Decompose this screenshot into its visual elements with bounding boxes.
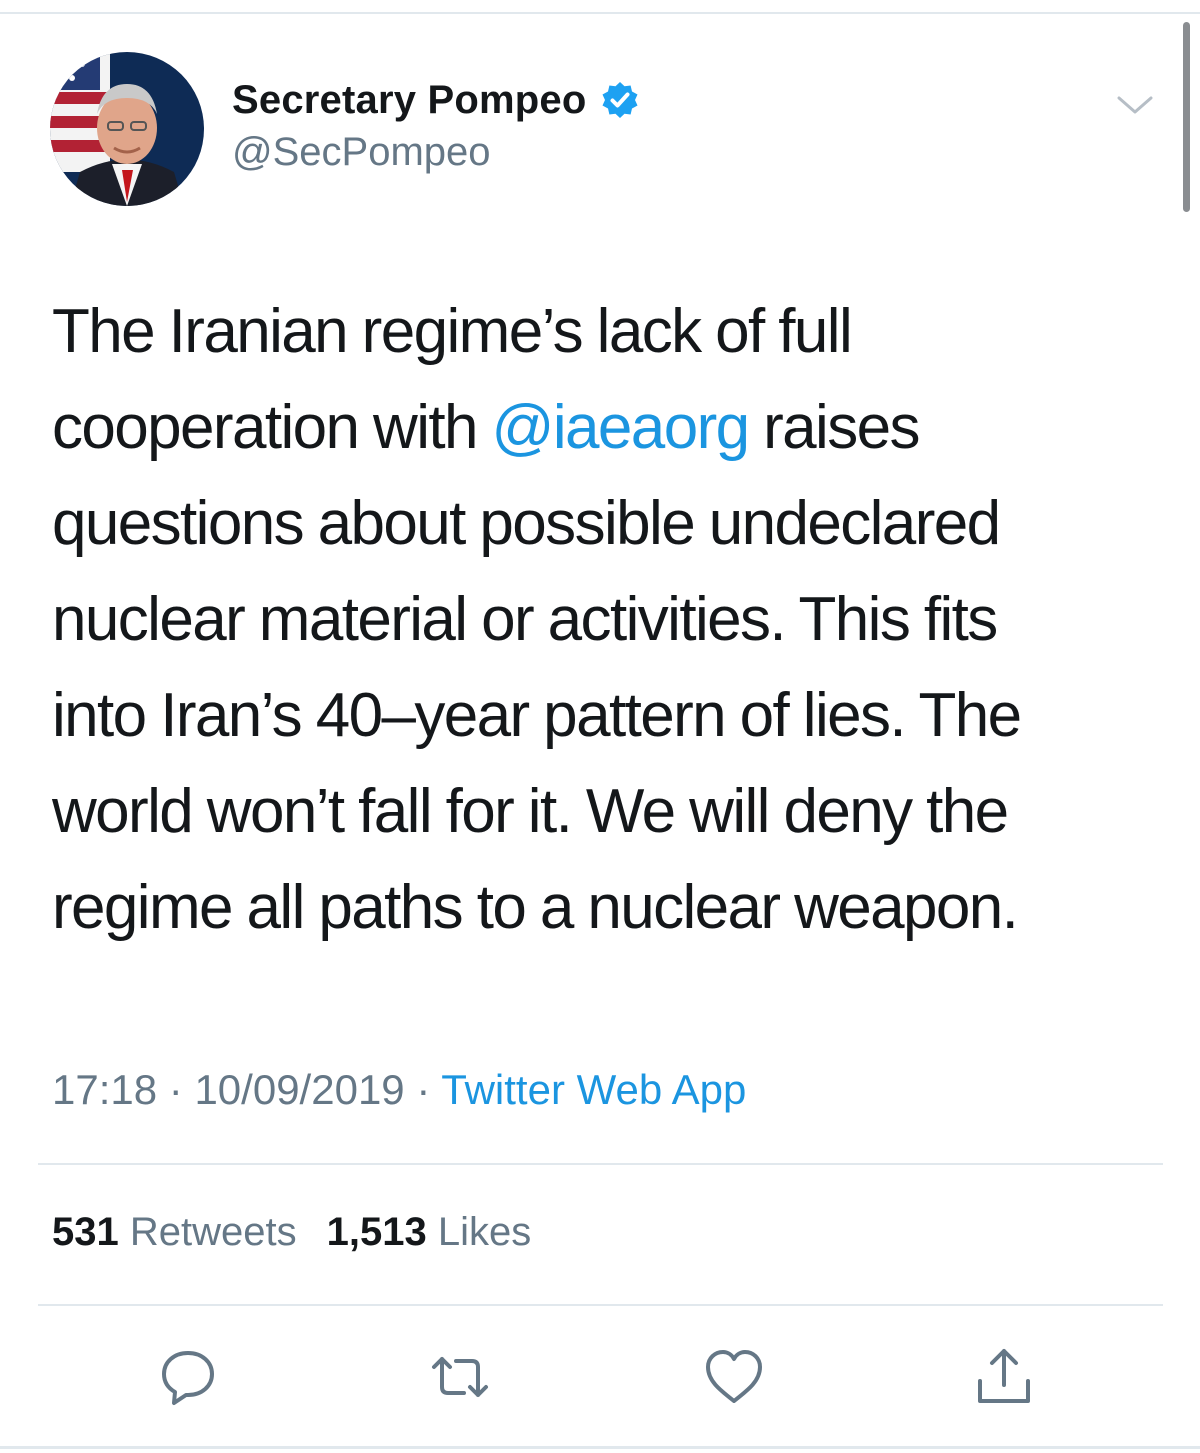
tweet-text-segment: cooperation with xyxy=(52,393,492,462)
verified-badge-icon xyxy=(602,82,638,118)
meta-separator: · xyxy=(168,1066,183,1113)
author-display-name[interactable]: Secretary Pompeo xyxy=(232,78,586,123)
tweet-text-segment: regime all paths to a nuclear weapon. xyxy=(52,873,1019,942)
tweet-source-link[interactable]: Twitter Web App xyxy=(441,1066,746,1113)
tweet-text-segment: nuclear material or activities. This fit… xyxy=(52,585,998,654)
tweet-line: into Iran’s 40–year pattern of lies. The xyxy=(52,668,1132,764)
tweet-line: world won’t fall for it. We will deny th… xyxy=(52,764,1132,860)
likes-count: 1,513 xyxy=(326,1210,427,1254)
top-divider xyxy=(0,12,1200,14)
tweet-metadata: 17:18 · 10/09/2019 · Twitter Web App xyxy=(52,1066,746,1114)
retweets-count: 531 xyxy=(52,1210,119,1254)
meta-separator: · xyxy=(416,1066,431,1113)
reply-icon[interactable] xyxy=(156,1345,220,1409)
author-name-row[interactable]: Secretary Pompeo xyxy=(232,74,640,126)
mention-link[interactable]: @iaeaorg xyxy=(492,393,751,462)
chevron-down-icon[interactable] xyxy=(1115,90,1155,120)
avatar[interactable] xyxy=(50,52,204,206)
likes-label: Likes xyxy=(437,1210,532,1254)
tweet-text-segment: The Iranian regime’s lack of full xyxy=(52,297,853,366)
tweet-line: cooperation with @iaeaorg raises xyxy=(52,380,1132,476)
divider xyxy=(38,1304,1163,1306)
tweet-text-segment: world won’t fall for it. We will deny th… xyxy=(52,777,1009,846)
divider xyxy=(38,1163,1163,1165)
tweet-line: regime all paths to a nuclear weapon. xyxy=(52,860,1132,956)
tweet-text-segment: into Iran’s 40–year pattern of lies. The xyxy=(52,681,1022,750)
retweets-label: Retweets xyxy=(129,1210,297,1254)
tweet-text-segment: questions about possible undeclared xyxy=(52,489,1001,558)
share-icon[interactable] xyxy=(972,1345,1036,1409)
engagement-stats: 531 Retweets 1,513 Likes xyxy=(52,1210,531,1255)
tweet-line: nuclear material or activities. This fit… xyxy=(52,572,1132,668)
retweet-icon[interactable] xyxy=(428,1345,492,1409)
tweet-date[interactable]: 10/09/2019 xyxy=(194,1066,404,1113)
tweet-text: The Iranian regime’s lack of full cooper… xyxy=(52,284,1132,956)
tweet-time[interactable]: 17:18 xyxy=(52,1066,157,1113)
author-handle[interactable]: @SecPompeo xyxy=(232,130,491,175)
tweet-actions xyxy=(0,1345,1200,1415)
like-icon[interactable] xyxy=(702,1345,766,1409)
tweet-line: questions about possible undeclared xyxy=(52,476,1132,572)
tweet-text-segment: raises xyxy=(748,393,920,462)
retweets-stat[interactable]: 531 Retweets xyxy=(52,1210,297,1254)
scrollbar[interactable] xyxy=(1183,22,1190,212)
likes-stat[interactable]: 1,513 Likes xyxy=(327,1210,532,1254)
tweet-line: The Iranian regime’s lack of full xyxy=(52,284,1132,380)
bottom-divider xyxy=(0,1446,1200,1449)
